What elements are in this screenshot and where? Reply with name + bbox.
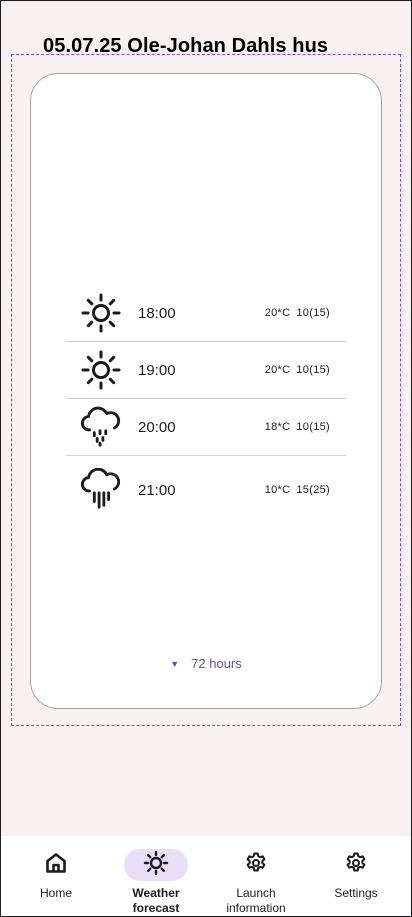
caret-down-icon: ▼	[170, 658, 180, 669]
gear-icon	[244, 851, 268, 880]
rain-cloud-icon	[80, 406, 122, 448]
expand-hours-label: 72 hours	[191, 656, 242, 671]
forecast-time: 18:00	[138, 304, 176, 322]
sun-icon	[80, 349, 122, 391]
forecast-temperature: 18*C	[264, 421, 291, 433]
forecast-temperature: 10*C	[264, 484, 291, 496]
forecast-wind: 10(15)	[296, 364, 330, 376]
nav-pill	[224, 849, 288, 881]
forecast-card	[30, 73, 382, 709]
sun-icon	[80, 292, 122, 334]
nav-pill	[324, 849, 388, 881]
nav-item-settings[interactable]: Settings	[306, 836, 406, 901]
expand-hours-button[interactable]: ▼ 72 hours	[30, 656, 382, 671]
forecast-temperature: 20*C	[264, 307, 291, 319]
forecast-row[interactable]: 21:00 10*C 15(25)	[66, 466, 346, 514]
bottom-navigation: Home Weather forecast Launch information…	[1, 836, 411, 916]
nav-item-launch-information[interactable]: Launch information	[206, 836, 306, 916]
forecast-temperature: 20*C	[264, 364, 291, 376]
forecast-wind: 15(25)	[296, 484, 330, 496]
row-divider	[66, 398, 346, 399]
row-divider	[66, 455, 346, 456]
forecast-wind: 10(15)	[296, 421, 330, 433]
heavy-rain-cloud-icon	[80, 468, 122, 511]
home-icon	[44, 851, 68, 880]
forecast-row[interactable]: 19:00 20*C 10(15)	[66, 349, 346, 391]
forecast-time: 21:00	[138, 481, 176, 499]
row-divider	[66, 341, 346, 342]
nav-item-home[interactable]: Home	[6, 836, 106, 901]
nav-label-launch-information: Launch information	[226, 886, 286, 915]
nav-pill-active	[124, 849, 188, 881]
gear-icon	[344, 851, 368, 880]
nav-label-home: Home	[39, 886, 72, 900]
forecast-values: 18*C 10(15)	[265, 421, 330, 433]
forecast-wind: 10(15)	[296, 307, 330, 319]
forecast-time: 20:00	[138, 418, 176, 436]
sun-icon	[143, 850, 169, 881]
nav-label-settings: Settings	[334, 886, 378, 900]
forecast-time: 19:00	[138, 361, 176, 379]
forecast-values: 20*C 10(15)	[265, 307, 330, 319]
nav-pill	[24, 849, 88, 881]
nav-label-weather-forecast: Weather forecast	[132, 886, 180, 915]
forecast-row[interactable]: 18:00 20*C 10(15)	[66, 292, 346, 334]
forecast-values: 10*C 15(25)	[265, 484, 330, 496]
forecast-values: 20*C 10(15)	[265, 364, 330, 376]
nav-item-weather-forecast[interactable]: Weather forecast	[106, 836, 206, 916]
forecast-row[interactable]: 20:00 18*C 10(15)	[66, 404, 346, 450]
